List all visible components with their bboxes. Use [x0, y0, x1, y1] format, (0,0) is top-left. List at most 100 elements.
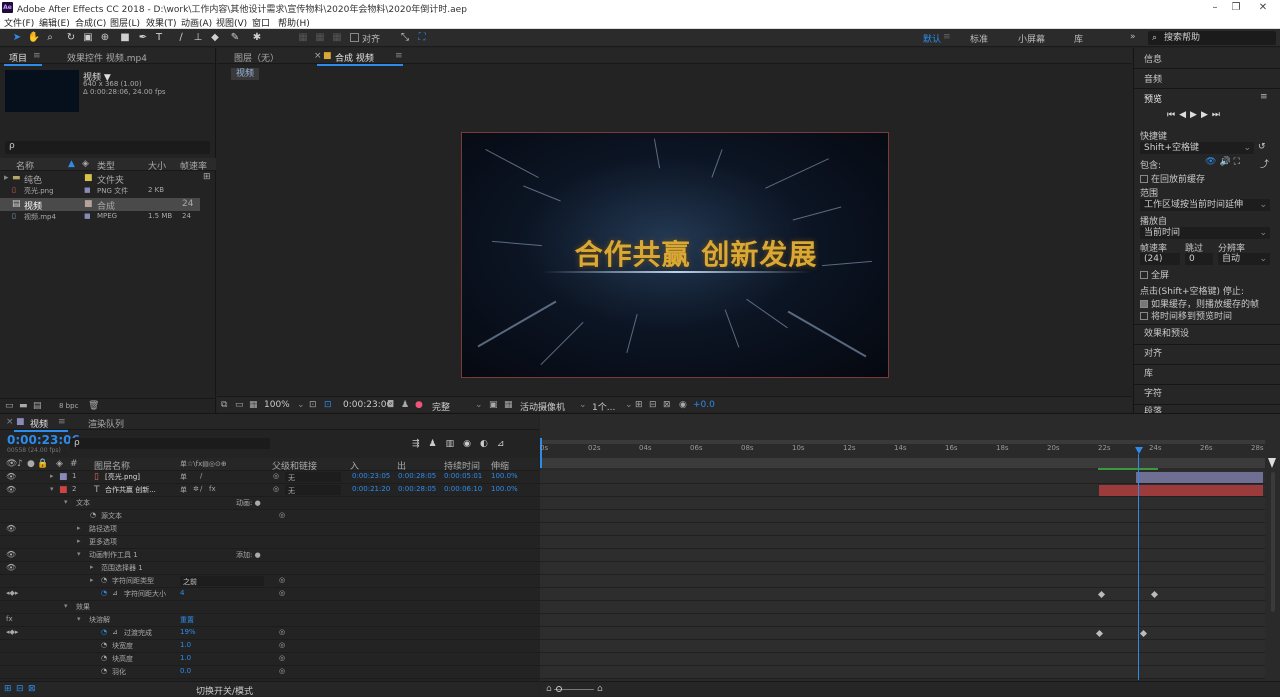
- col-name[interactable]: 名称: [16, 159, 34, 172]
- comp-breadcrumb[interactable]: 视频: [231, 68, 260, 80]
- workspace-standard[interactable]: 标准: [970, 32, 988, 45]
- graph-toggle-icon[interactable]: ⊿: [112, 589, 118, 597]
- always-preview-icon[interactable]: ⧉: [221, 400, 227, 410]
- layer-switches-icon[interactable]: ⊞: [4, 684, 12, 694]
- comp-flowchart-icon[interactable]: ⊟: [649, 400, 657, 410]
- overlay-include-icon[interactable]: ⛶: [1234, 157, 1243, 167]
- label-swatch[interactable]: ■: [59, 472, 68, 482]
- flowchart-icon[interactable]: ⊞: [203, 172, 211, 182]
- next-frame-icon[interactable]: ▶: [1201, 110, 1212, 120]
- collapse-arrow-icon[interactable]: ▾: [50, 485, 54, 493]
- expand-arrow-icon[interactable]: ▸: [77, 524, 81, 532]
- layer-visibility-icon[interactable]: 👁: [6, 472, 16, 481]
- stopwatch-active-icon[interactable]: ◔: [101, 589, 107, 597]
- timeline-tab-menu-icon[interactable]: ≡: [58, 417, 66, 427]
- collapse-arrow-icon[interactable]: ▾: [77, 550, 81, 558]
- menu-window[interactable]: 窗口: [252, 16, 270, 29]
- menu-edit[interactable]: 编辑(E): [39, 16, 70, 29]
- quality-switch-icon[interactable]: ∕: [200, 472, 202, 480]
- pan-behind-tool-icon[interactable]: ⊕: [98, 31, 112, 45]
- close-icon[interactable]: ✕: [1256, 1, 1270, 14]
- maximize-icon[interactable]: ❐: [1229, 1, 1243, 14]
- motion-blur-icon[interactable]: ◉: [463, 439, 480, 449]
- col-size[interactable]: 大小: [148, 159, 166, 172]
- stopwatch-icon[interactable]: ◔: [101, 654, 107, 662]
- prop-row-tracking-amount[interactable]: ◂◆▸ ◔ ⊿ 字符间距大小 4 ◎: [0, 588, 539, 601]
- parent-select[interactable]: 无: [285, 485, 341, 495]
- color-channel-icon[interactable]: ●: [415, 400, 423, 410]
- toggle-pixel-icon[interactable]: ⊞: [635, 400, 643, 410]
- workspace-small-screen[interactable]: 小屏幕: [1018, 32, 1045, 45]
- menu-file[interactable]: 文件(F): [4, 16, 34, 29]
- cache-before-option[interactable]: 在回放前缓存: [1140, 172, 1205, 185]
- shy-switch-icon[interactable]: 单: [180, 472, 187, 482]
- prop-row-path-options[interactable]: 👁 ▸ 路径选项: [0, 523, 539, 536]
- roto-brush-icon[interactable]: ✎: [228, 31, 242, 45]
- zoom-tool-icon[interactable]: ⌕: [43, 31, 57, 45]
- expression-pickwhip-icon[interactable]: ◎: [279, 641, 285, 649]
- label-swatch[interactable]: ■: [84, 212, 91, 220]
- views-select[interactable]: 1个...: [592, 400, 615, 413]
- render-queue-tab[interactable]: 渲染队列: [88, 417, 124, 430]
- layer-bar[interactable]: [1099, 485, 1263, 496]
- menu-layer[interactable]: 图层(L): [110, 16, 140, 29]
- menu-effect[interactable]: 效果(T): [146, 16, 177, 29]
- collapse-arrow-icon[interactable]: ▾: [64, 498, 68, 506]
- timeline-search-input[interactable]: ρ: [70, 438, 270, 449]
- rotate-tool-icon[interactable]: ↻: [64, 31, 78, 45]
- draft3d-icon[interactable]: ⇶: [412, 439, 429, 449]
- layer-row[interactable]: 👁 ▸ ■ 1 ▯ [亮光.png] 单 ∕ ◎ 无 0:00:23:05 0:…: [0, 471, 539, 484]
- prop-row-effects[interactable]: ▾ 效果: [0, 601, 539, 614]
- project-row[interactable]: ▸ ▬ 纯色 ■ 文件夹: [0, 172, 200, 186]
- axis-world-icon[interactable]: ▦: [313, 31, 327, 45]
- expression-pickwhip-icon[interactable]: ◎: [279, 589, 285, 597]
- expand-arrow-icon[interactable]: ▸: [90, 576, 94, 584]
- stopwatch-active-icon[interactable]: ◔: [101, 628, 107, 636]
- type-tool-icon[interactable]: T: [152, 31, 166, 45]
- prop-row-feather[interactable]: ◔ 羽化 0.0 ◎: [0, 666, 539, 679]
- end-marker-icon[interactable]: [1268, 458, 1276, 468]
- help-search-input[interactable]: ⌕ 搜索帮助: [1148, 31, 1276, 45]
- expression-pickwhip-icon[interactable]: ◎: [279, 667, 285, 675]
- prop-row-more-options[interactable]: ▸ 更多选项: [0, 536, 539, 549]
- skip-select[interactable]: 0: [1185, 253, 1213, 265]
- grid-icon[interactable]: ▦: [249, 400, 258, 410]
- label-swatch[interactable]: ■: [84, 186, 91, 194]
- zoom-out-icon[interactable]: ⌂: [546, 684, 552, 694]
- stopwatch-icon[interactable]: ◔: [101, 576, 107, 584]
- collapse-arrow-icon[interactable]: ▾: [64, 602, 68, 610]
- pickwhip-icon[interactable]: ◎: [273, 472, 279, 480]
- layer-visibility-icon[interactable]: 👁: [6, 485, 16, 494]
- timeline-timecode[interactable]: 0:00:23:06: [7, 433, 80, 447]
- audio-panel-tab[interactable]: 音频: [1144, 72, 1162, 85]
- project-row[interactable]: ▯ 亮光.png ■ PNG 文件 2 KB: [0, 185, 200, 198]
- align-tab[interactable]: 对齐: [1134, 344, 1280, 363]
- fps-select[interactable]: (24): [1140, 253, 1180, 265]
- label-swatch[interactable]: ■: [59, 485, 68, 495]
- timeline-comp-tab[interactable]: 视频: [30, 417, 48, 430]
- visibility-icon[interactable]: 👁: [6, 563, 16, 572]
- minimize-icon[interactable]: –: [1208, 1, 1222, 14]
- visibility-icon[interactable]: 👁: [6, 524, 16, 533]
- layer-row[interactable]: 👁 ▾ ■ 2 T 合作共赢 创新... 单 ✲ ∕ fx ◎ 无 0:00:2…: [0, 484, 539, 497]
- tracking-type-select[interactable]: 之前: [180, 576, 264, 586]
- clone-tool-icon[interactable]: ⊥: [191, 31, 205, 45]
- audio-include-icon[interactable]: 🔊: [1219, 157, 1233, 167]
- info-panel-tab[interactable]: 信息: [1144, 52, 1162, 65]
- comp-tab-menu-icon[interactable]: ≡: [395, 51, 403, 61]
- toggle-switches-modes[interactable]: 切换开关/模式: [196, 684, 253, 697]
- comp-lock-icon[interactable]: ■: [323, 51, 332, 61]
- rectangle-tool-icon[interactable]: ■: [118, 31, 132, 45]
- project-tab[interactable]: 项目: [9, 51, 27, 64]
- expand-arrow-icon[interactable]: ▸: [90, 563, 94, 571]
- snapshot-icon[interactable]: ◘: [387, 400, 394, 410]
- chevron-down-icon[interactable]: ⌄: [579, 400, 587, 410]
- exposure-reset-icon[interactable]: ◉: [679, 400, 687, 410]
- project-tab-menu-icon[interactable]: ≡: [33, 51, 41, 61]
- prop-row-block-dissolve[interactable]: fx ▾ 块溶解 重置: [0, 614, 539, 627]
- library-tab[interactable]: 库: [1134, 364, 1280, 383]
- brush-tool-icon[interactable]: ∕: [174, 31, 188, 45]
- eraser-tool-icon[interactable]: ◆: [208, 31, 222, 45]
- play-icon[interactable]: ▶: [1190, 110, 1201, 120]
- timeline-scrollbar[interactable]: [1271, 472, 1275, 612]
